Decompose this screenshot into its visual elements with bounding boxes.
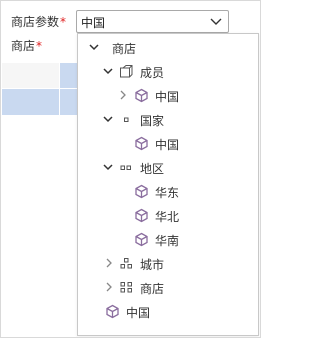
grid-cell-blue bbox=[60, 89, 77, 115]
store-param-label: 商店参数* bbox=[11, 13, 66, 30]
chevron-right-icon[interactable] bbox=[104, 282, 114, 292]
tree-node-china[interactable]: 中国 bbox=[78, 300, 258, 324]
tree-node-country[interactable]: 国家 bbox=[78, 108, 258, 132]
app-window: 商店参数* 商店* 中国 商店 成员 中国 国家 中国 地区 华东 华北 华南 … bbox=[0, 0, 261, 338]
grid-divider bbox=[2, 88, 77, 89]
tree-node-region-north[interactable]: 华北 bbox=[78, 204, 258, 228]
chevron-right-icon[interactable] bbox=[118, 90, 128, 100]
tree-node-region-south[interactable]: 华南 bbox=[78, 228, 258, 252]
tree-node-label: 中国 bbox=[155, 138, 180, 152]
tree-dropdown: 商店 成员 中国 国家 中国 地区 华东 华北 华南 城市 商店 中国 bbox=[77, 33, 259, 336]
store-label-text: 商店 bbox=[11, 39, 36, 53]
store-param-required-mark: * bbox=[60, 15, 67, 29]
tree-node-root[interactable]: 商店 bbox=[78, 36, 258, 60]
grid-cell-blue bbox=[2, 89, 59, 115]
tree-node-label: 中国 bbox=[126, 306, 151, 320]
tree-node-city[interactable]: 城市 bbox=[78, 252, 258, 276]
level-four-icon bbox=[120, 282, 132, 293]
level-one-icon bbox=[124, 117, 129, 122]
chevron-right-icon[interactable] bbox=[104, 258, 114, 268]
tree-node-country-china[interactable]: 中国 bbox=[78, 132, 258, 156]
cube-icon bbox=[135, 208, 148, 223]
chevron-down-icon[interactable] bbox=[210, 17, 222, 27]
tree-node-label: 城市 bbox=[140, 258, 165, 272]
grid-cell-blue bbox=[60, 63, 77, 88]
chevron-down-icon[interactable] bbox=[103, 114, 113, 124]
chevron-down-icon[interactable] bbox=[103, 162, 113, 172]
cube-icon bbox=[135, 88, 148, 103]
tree-node-label: 商店 bbox=[140, 282, 165, 296]
chevron-down-icon[interactable] bbox=[103, 66, 113, 76]
tree-node-label: 华北 bbox=[155, 210, 180, 224]
store-param-label-text: 商店参数 bbox=[11, 15, 60, 29]
store-required-mark: * bbox=[36, 39, 43, 53]
cube-icon bbox=[135, 232, 148, 247]
tree-node-region[interactable]: 地区 bbox=[78, 156, 258, 180]
grid-divider bbox=[59, 63, 60, 115]
level-three-icon bbox=[120, 258, 132, 269]
select-value: 中国 bbox=[81, 16, 106, 30]
level-two-icon bbox=[120, 165, 131, 170]
chevron-down-icon[interactable] bbox=[89, 42, 99, 52]
tree-node-shop[interactable]: 商店 bbox=[78, 276, 258, 300]
tree-node-members[interactable]: 成员 bbox=[78, 60, 258, 84]
cube-icon bbox=[135, 136, 148, 151]
tree-node-label: 成员 bbox=[140, 66, 165, 80]
tree-node-label: 地区 bbox=[140, 162, 165, 176]
grid-cell-light bbox=[2, 63, 59, 88]
tree-node-region-east[interactable]: 华东 bbox=[78, 180, 258, 204]
tree-node-label: 商店 bbox=[112, 42, 137, 56]
members-icon bbox=[120, 65, 133, 78]
store-label: 商店* bbox=[11, 37, 42, 54]
tree-node-label: 华东 bbox=[155, 186, 180, 200]
cube-icon bbox=[135, 184, 148, 199]
tree-node-label: 中国 bbox=[155, 90, 180, 104]
cube-icon bbox=[106, 304, 119, 319]
store-param-select[interactable]: 中国 bbox=[76, 10, 229, 33]
tree-node-label: 华南 bbox=[155, 234, 180, 248]
tree-node-members-china[interactable]: 中国 bbox=[78, 84, 258, 108]
tree-node-label: 国家 bbox=[140, 114, 165, 128]
